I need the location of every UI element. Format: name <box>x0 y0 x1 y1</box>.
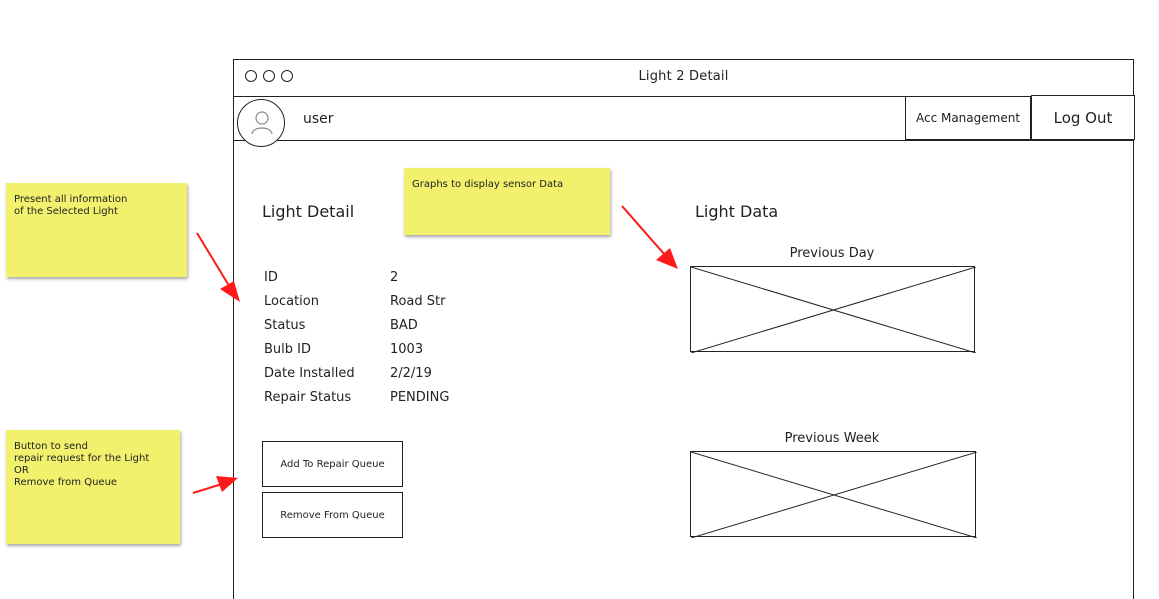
detail-value: Road Str <box>390 293 446 309</box>
detail-value: 1003 <box>390 341 424 357</box>
previous-day-label: Previous Day <box>789 246 875 261</box>
light-detail-title: Light Detail <box>262 202 355 221</box>
previous-week-graph-placeholder <box>690 451 977 538</box>
detail-label: Bulb ID <box>264 341 311 357</box>
detail-value: PENDING <box>390 389 450 405</box>
image-placeholder-icon <box>691 267 976 353</box>
detail-row-date-installed: Date Installed 2/2/19 <box>264 361 449 385</box>
add-to-repair-queue-button[interactable]: Add To Repair Queue <box>262 441 403 487</box>
detail-row-status: Status BAD <box>264 313 449 337</box>
detail-value: 2 <box>390 269 399 285</box>
user-bar: user Acc Management Log Out <box>234 95 1135 147</box>
image-placeholder-icon <box>691 452 977 538</box>
avatar[interactable] <box>237 99 285 147</box>
detail-value: 2/2/19 <box>390 365 432 381</box>
logout-button[interactable]: Log Out <box>1031 95 1135 140</box>
user-icon <box>251 111 273 135</box>
previous-week-label: Previous Week <box>784 431 880 446</box>
detail-value: BAD <box>390 317 418 333</box>
username-label: user <box>303 111 334 127</box>
title-bar: Light 2 Detail <box>234 60 1133 97</box>
detail-label: Repair Status <box>264 389 352 405</box>
detail-label: ID <box>264 269 278 285</box>
sticky-note-graphs: Graphs to display sensor Data <box>404 168 610 235</box>
detail-row-bulb-id: Bulb ID 1003 <box>264 337 449 361</box>
detail-label: Date Installed <box>264 365 355 381</box>
window-title: Light 2 Detail <box>638 69 729 84</box>
detail-row-repair-status: Repair Status PENDING <box>264 385 449 409</box>
previous-day-graph-placeholder <box>690 266 976 353</box>
remove-from-queue-button[interactable]: Remove From Queue <box>262 492 403 538</box>
sticky-note-detail: Present all information of the Selected … <box>6 183 187 277</box>
detail-label: Status <box>264 317 306 333</box>
acc-management-button[interactable]: Acc Management <box>905 96 1031 140</box>
light-detail-list: ID 2 Location Road Str Status BAD Bulb I… <box>264 265 449 409</box>
arrow-icon <box>192 476 238 494</box>
detail-row-location: Location Road Str <box>264 289 449 313</box>
detail-row-id: ID 2 <box>264 265 449 289</box>
light-data-title: Light Data <box>695 202 779 221</box>
sticky-note-buttons: Button to send repair request for the Li… <box>6 430 180 544</box>
detail-label: Location <box>264 293 319 309</box>
